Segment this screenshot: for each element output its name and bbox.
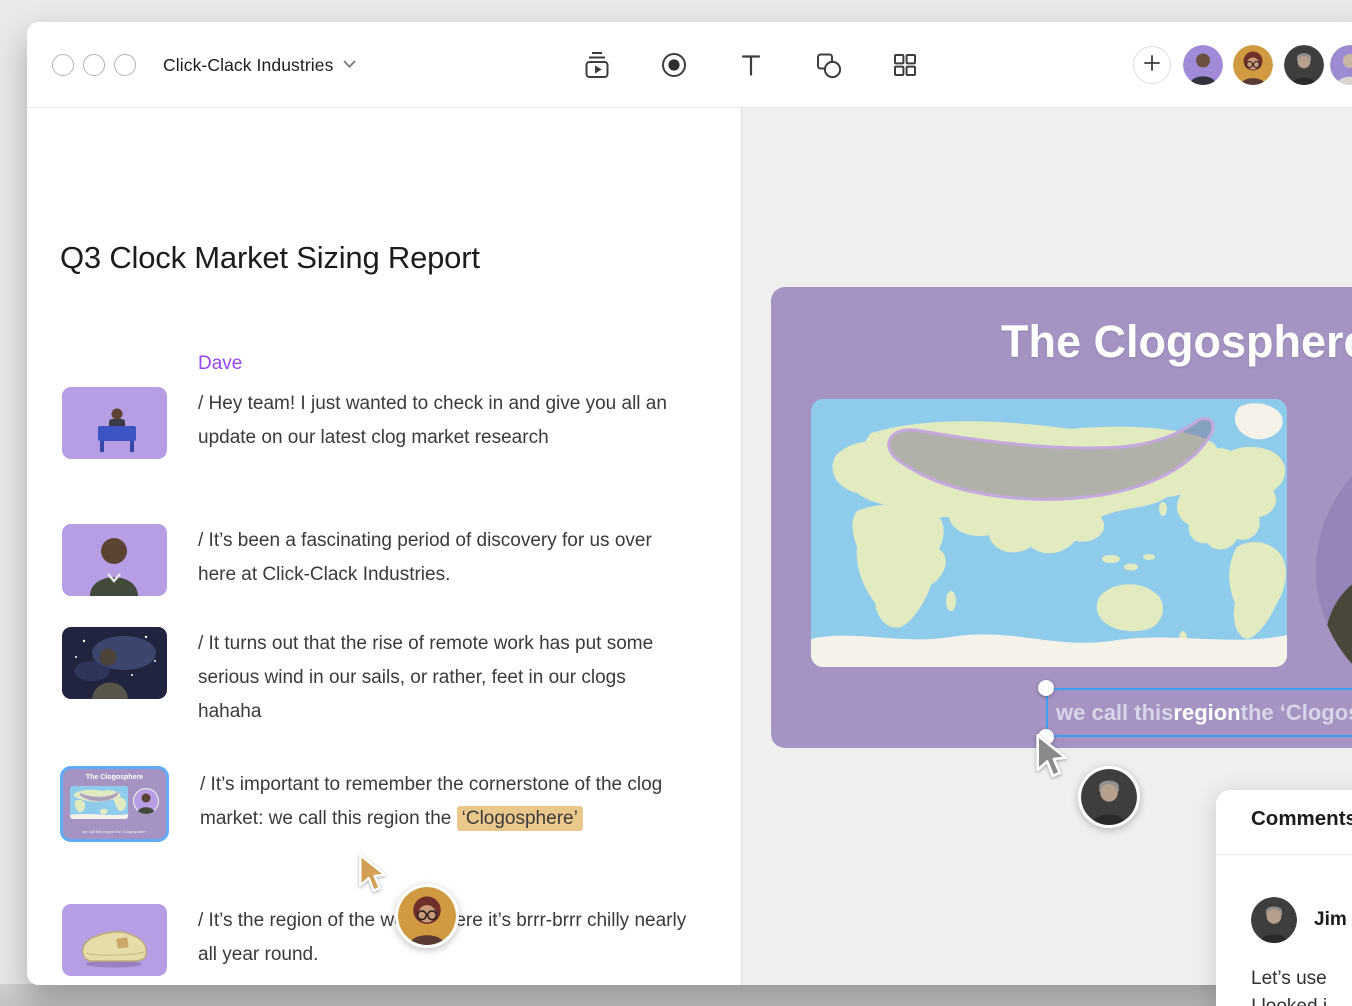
record-icon xyxy=(659,50,689,80)
comment-author-name: Jim xyxy=(1314,897,1347,943)
caption-bold-word: region xyxy=(1173,700,1240,726)
scene-thumbnail-slide-selected[interactable]: The Clogosphere we call this region the … xyxy=(60,766,169,842)
collaborator-avatar-dave[interactable] xyxy=(1183,45,1223,85)
script-row: / It’s been a fascinating period of disc… xyxy=(62,524,692,596)
project-title: Click-Clack Industries xyxy=(163,55,333,76)
text-tool-button[interactable] xyxy=(736,50,766,80)
script-paragraph[interactable]: / Hey team! I just wanted to check in an… xyxy=(198,387,692,459)
toolbar: Click-Clack Industries xyxy=(27,22,1352,108)
caption-text: we call this xyxy=(1056,700,1173,726)
window-close-button[interactable] xyxy=(52,54,74,76)
speaker-label[interactable]: Dave xyxy=(198,353,242,375)
media-clips-icon xyxy=(582,50,612,80)
scene-thumbnail-desk[interactable] xyxy=(62,387,167,459)
script-paragraph[interactable]: / It’s been a fascinating period of disc… xyxy=(198,524,692,596)
speaker-video-bubble[interactable] xyxy=(1316,430,1352,710)
mini-slide-caption: we call this region the ‘Clogosphere’ xyxy=(63,829,166,834)
selection-handle-top-left[interactable] xyxy=(1038,680,1054,696)
scene-thumbnail-closeup[interactable] xyxy=(62,524,167,596)
plus-icon xyxy=(1143,54,1161,77)
scene-thumbnail-space[interactable] xyxy=(62,627,167,699)
window-minimize-button[interactable] xyxy=(83,54,105,76)
collaborator-cursor-tan xyxy=(357,854,387,901)
slide[interactable]: The Clogosphere xyxy=(771,287,1352,748)
window-zoom-button[interactable] xyxy=(114,54,136,76)
script-panel: Q3 Clock Market Sizing Report Dave / Hey… xyxy=(27,108,741,985)
document-title[interactable]: Q3 Clock Market Sizing Report xyxy=(60,240,480,276)
record-button[interactable] xyxy=(659,50,689,80)
presence-avatar-jim xyxy=(1078,766,1140,828)
caption-text: the ‘Clogosphere’ xyxy=(1241,700,1352,726)
script-paragraph-text: / It’s important to remember the corners… xyxy=(200,774,662,829)
mini-slide-map xyxy=(70,786,128,819)
project-title-dropdown[interactable]: Click-Clack Industries xyxy=(163,22,356,108)
shapes-icon xyxy=(813,50,843,80)
collaborator-avatar-partial[interactable] xyxy=(1330,45,1352,85)
script-row: / Hey team! I just wanted to check in an… xyxy=(62,387,692,459)
collaborator-cursor-grey xyxy=(1034,734,1068,787)
comment-body-line2: I looked i xyxy=(1251,996,1327,1006)
add-collaborator-button[interactable] xyxy=(1133,46,1171,84)
layout-grid-button[interactable] xyxy=(890,50,920,80)
world-map[interactable] xyxy=(811,399,1287,667)
text-tool-icon xyxy=(736,50,766,80)
script-row: The Clogosphere we call this region the … xyxy=(62,768,694,842)
app-window: Click-Clack Industries xyxy=(27,22,1352,985)
highlighted-word[interactable]: ‘Clogosphere’ xyxy=(457,806,583,831)
toolbar-icons xyxy=(582,22,920,108)
slide-title[interactable]: The Clogosphere xyxy=(1001,316,1352,368)
mini-slide-title: The Clogosphere xyxy=(63,774,166,781)
layout-grid-icon xyxy=(890,50,920,80)
divider xyxy=(1216,854,1352,855)
script-row: / It’s the region of the world where it’… xyxy=(62,904,692,976)
comment-author-avatar xyxy=(1251,897,1297,943)
script-row: / It turns out that the rise of remote w… xyxy=(62,627,692,729)
script-paragraph[interactable]: / It’s important to remember the corners… xyxy=(200,768,694,842)
collaborator-avatar-jim[interactable] xyxy=(1284,45,1324,85)
collaborator-avatar-redhead[interactable] xyxy=(1233,45,1273,85)
scene-thumbnail-clog[interactable] xyxy=(62,904,167,976)
presence-avatar-redhead xyxy=(395,884,459,948)
shapes-button[interactable] xyxy=(813,50,843,80)
media-clips-button[interactable] xyxy=(582,50,612,80)
desktop-background-strip xyxy=(0,984,1352,1006)
mini-slide-avatar xyxy=(133,788,159,814)
comment-body: Let’s use xyxy=(1251,962,1327,996)
selected-caption-textbox[interactable]: we call this region the ‘Clogosphere’ xyxy=(1046,688,1352,737)
comments-header: Comments xyxy=(1251,807,1352,831)
chevron-down-icon xyxy=(343,56,356,74)
comments-panel[interactable]: Comments Jim Let’s use I looked i xyxy=(1216,790,1352,1006)
script-paragraph[interactable]: / It turns out that the rise of remote w… xyxy=(198,627,692,729)
window-controls xyxy=(52,22,136,108)
